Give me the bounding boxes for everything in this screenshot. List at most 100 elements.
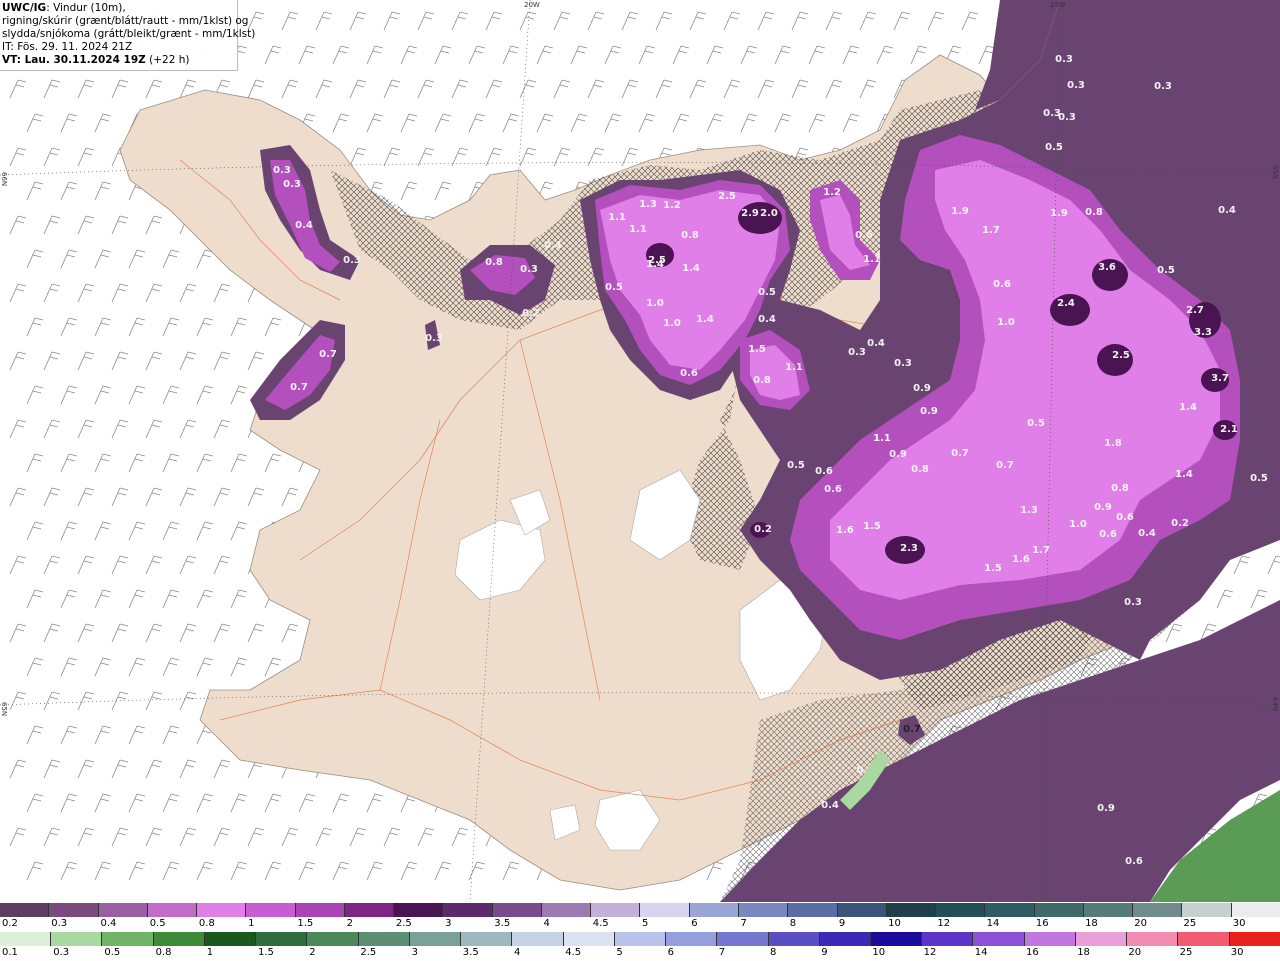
- legend-rain-colorbar: [0, 932, 1280, 946]
- precip-value-label: 1.1: [629, 224, 647, 235]
- precip-value-label: 0.7: [996, 460, 1014, 471]
- legend-swatch: [870, 932, 923, 946]
- legend-snow-colorbar: [0, 903, 1280, 917]
- legend-label: 5: [642, 918, 649, 929]
- legend-label: 2.5: [360, 947, 377, 958]
- precip-value-label: 0.3: [1055, 54, 1073, 65]
- legend-swatch: [922, 932, 974, 946]
- legend-swatch: [837, 903, 887, 917]
- legend-label: 10: [888, 918, 901, 929]
- precip-value-label: 0.3: [1154, 81, 1172, 92]
- precip-value-label: 1.4: [696, 314, 714, 325]
- legend-swatch: [886, 903, 937, 917]
- precip-value-label: 2.5: [1112, 350, 1130, 361]
- legend-swatch: [0, 932, 52, 946]
- precip-value-label: 0.5: [605, 282, 623, 293]
- precip-value-label: 2.7: [1186, 305, 1204, 316]
- precip-value-label: 0.6: [1116, 512, 1134, 523]
- legend-label: 8: [789, 918, 797, 929]
- legend-label: 7: [718, 947, 726, 958]
- info-line-3: slydda/snjókoma (grátt/bleikt/grænt - mm…: [2, 28, 256, 40]
- precip-value-label: 0.4: [1138, 528, 1156, 539]
- legend-label: 0.5: [104, 947, 121, 958]
- precip-value-label: 1.1: [873, 433, 891, 444]
- legend-swatch: [0, 903, 50, 917]
- legend-label: 9: [821, 947, 828, 958]
- legend-label: 1: [248, 918, 255, 929]
- precip-value-label: 0.9: [913, 383, 931, 394]
- legend-label: 25: [1179, 947, 1193, 958]
- precip-value-label: 1.5: [984, 563, 1002, 574]
- legend-label: 5: [616, 947, 623, 958]
- legend-label: 1.5: [297, 918, 314, 929]
- legend-label: 4: [514, 947, 521, 958]
- map-info-box: UWC/IG: Vindur (10m), rigning/skúrir (gr…: [0, 0, 256, 71]
- legend-rain-labels: 0.1 0.3 0.5 0.8 1 1.5 2 2.5 3 3.5 4 4.5 5 6 7 8 9 10 12 14 1…: [0, 947, 1280, 961]
- legend-swatch: [614, 932, 667, 946]
- legend-swatch: [788, 903, 838, 917]
- precip-value-label: 1.2: [663, 200, 681, 211]
- graticule-label-left-2: 65N: [0, 702, 8, 716]
- weather-map[interactable]: 20W 15W 66N 65N 65N 64N 0.3 0.3 0.4 0.3 0.7 0…: [0, 0, 1280, 902]
- legend-swatch: [768, 932, 820, 946]
- legend-swatch: [1229, 932, 1280, 946]
- legend-swatch: [1034, 903, 1084, 917]
- legend-label: 10: [872, 947, 886, 958]
- legend-swatch: [1178, 932, 1230, 946]
- legend-swatch: [204, 932, 257, 946]
- precip-value-label: 1.0: [997, 317, 1015, 328]
- precip-value-label: 0.6: [993, 279, 1011, 290]
- precip-value-label: 2.4: [1057, 298, 1075, 309]
- valid-time-line: VT: Lau. 30.11.2024 19Z (+22 h): [2, 54, 235, 67]
- precip-value-label: 3.3: [1194, 327, 1212, 338]
- precip-value-label: 0.4: [758, 314, 776, 325]
- init-time: IT: Fös. 29. 11. 2024 21Z: [2, 41, 133, 53]
- legend-swatch: [1075, 932, 1128, 946]
- legend-label: 30: [1230, 947, 1244, 958]
- precip-value-label: 2.9: [741, 208, 759, 219]
- legend-swatch: [689, 903, 739, 917]
- precip-value-label: 0.8: [1111, 483, 1129, 494]
- legend-label: 0.3: [51, 918, 68, 929]
- legend-swatch: [147, 903, 198, 917]
- precip-value-label: 0.7: [290, 382, 308, 393]
- forecast-offset: (+22 h): [145, 54, 190, 66]
- legend-label: 0.4: [100, 918, 117, 929]
- precip-value-label: 0.2: [1171, 518, 1189, 529]
- legend-swatch: [153, 932, 205, 946]
- precip-value-label: 0.4: [544, 240, 562, 251]
- legend-label: 20: [1128, 947, 1142, 958]
- precip-value-label: 0.2: [754, 524, 772, 535]
- legend-swatch: [1083, 903, 1134, 917]
- legend-label: 3.5: [462, 947, 479, 958]
- graticule-label-top-2: 15W: [1050, 1, 1066, 9]
- precip-value-label: 1.0: [663, 318, 681, 329]
- precip-value-label: 0.9: [889, 449, 907, 460]
- precip-value-label: 1.1: [785, 362, 803, 373]
- precip-value-label: 0: [857, 765, 864, 776]
- precip-value-label: 0.8: [681, 230, 699, 241]
- legend-swatch: [394, 903, 444, 917]
- legend-swatch: [512, 932, 564, 946]
- legend-label: 9: [838, 918, 846, 929]
- legend-swatch: [666, 932, 718, 946]
- precip-value-label: 0.9: [1094, 502, 1112, 513]
- legend-swatch: [197, 903, 247, 917]
- legend-label: 0.5: [149, 918, 166, 929]
- legend-label: 0.2: [2, 918, 18, 929]
- precip-value-label: 0.4: [1218, 205, 1236, 216]
- valid-time: VT: Lau. 30.11.2024 19Z: [2, 54, 146, 66]
- precip-value-label: 0.3: [848, 347, 866, 358]
- legend-swatch: [563, 932, 615, 946]
- legend-label: 6: [667, 947, 674, 958]
- legend-label: 25: [1183, 918, 1197, 929]
- precip-value-label: 1.0: [646, 298, 664, 309]
- precip-value-label: 0.5: [758, 287, 776, 298]
- legend-swatch: [256, 932, 308, 946]
- precip-value-label: 0.3: [1067, 80, 1085, 91]
- precip-value-label: 3.6: [1098, 262, 1116, 273]
- legend-label: 3: [445, 918, 452, 929]
- precip-value-label: 1.7: [1032, 545, 1050, 556]
- precip-value-label: 1.1: [863, 254, 881, 265]
- legend-label: 1.5: [258, 947, 274, 958]
